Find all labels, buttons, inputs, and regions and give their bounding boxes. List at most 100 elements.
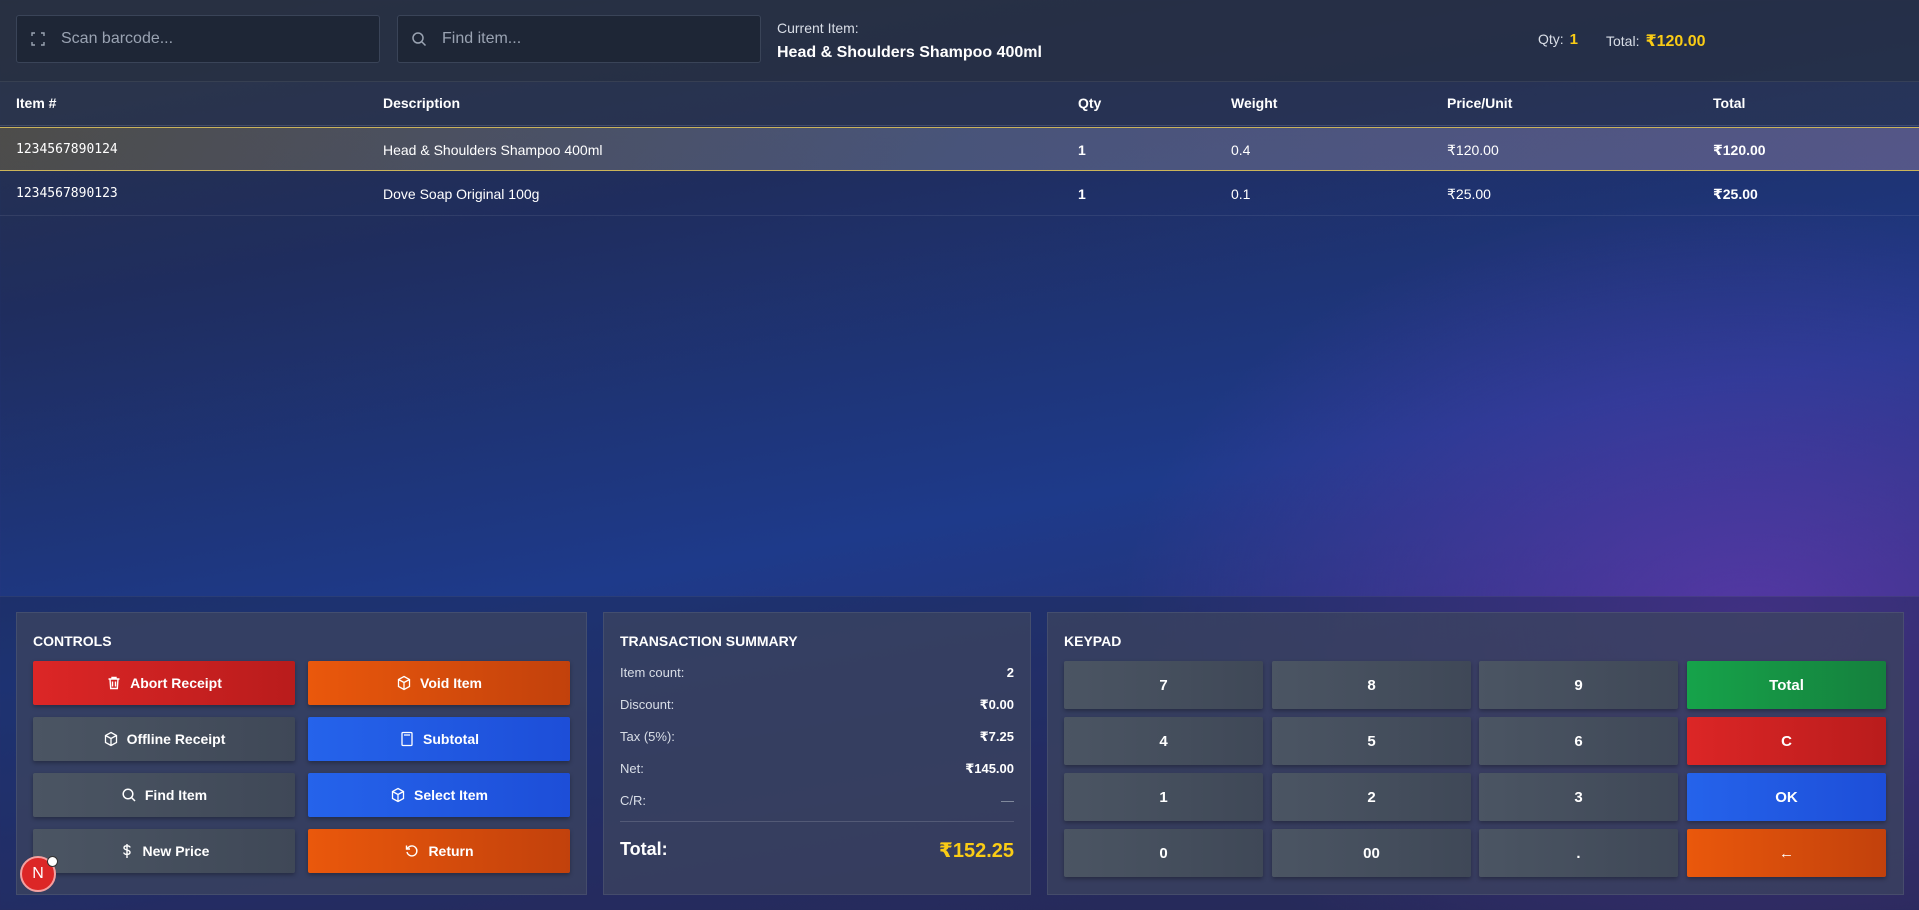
key-9[interactable]: 9 [1479, 661, 1678, 709]
header-price-unit: Price/Unit [1447, 95, 1513, 111]
key-2[interactable]: 2 [1272, 773, 1471, 821]
scan-icon [30, 31, 46, 47]
find-item-box[interactable] [397, 15, 761, 63]
box-icon [104, 731, 117, 747]
items-table-header: Item # Description Qty Weight Price/Unit… [0, 82, 1919, 126]
key-total[interactable]: Total [1687, 661, 1886, 709]
key-0[interactable]: 0 [1064, 829, 1263, 877]
current-total-label: Total: [1606, 33, 1640, 49]
offline-receipt-label: Offline Receipt [126, 731, 226, 747]
find-item-input[interactable] [440, 29, 760, 49]
key-8[interactable]: 8 [1272, 661, 1471, 709]
key-6[interactable]: 6 [1479, 717, 1678, 765]
header-weight: Weight [1231, 95, 1278, 111]
calculator-icon [401, 731, 413, 747]
select-item-label: Select Item [414, 787, 488, 803]
rotate-ccw-icon [406, 845, 418, 857]
summary-net-value: ₹145.00 [965, 761, 1014, 776]
cell-total: ₹120.00 [1713, 142, 1766, 158]
key-backspace[interactable]: ← [1687, 829, 1886, 877]
current-qty-label: Qty: [1538, 31, 1564, 47]
summary-item-count: Item count: 2 [620, 665, 1014, 685]
current-total: Total: ₹120.00 [1606, 31, 1706, 51]
return-button[interactable]: Return [308, 829, 570, 873]
subtotal-button[interactable]: Subtotal [308, 717, 570, 761]
select-item-button[interactable]: Select Item [308, 773, 570, 817]
summary-net: Net: ₹145.00 [620, 761, 1014, 781]
current-total-value: ₹120.00 [1645, 33, 1706, 50]
header-description: Description [383, 95, 461, 111]
key-4[interactable]: 4 [1064, 717, 1263, 765]
keypad-title: KEYPAD [1064, 633, 1122, 649]
summary-divider [620, 821, 1014, 822]
void-item-label: Void Item [420, 675, 482, 691]
cell-price-unit: ₹120.00 [1447, 142, 1499, 158]
summary-title: TRANSACTION SUMMARY [620, 633, 798, 649]
summary-item-count-label: Item count: [620, 665, 685, 680]
summary-discount-value: ₹0.00 [979, 697, 1014, 712]
header-qty: Qty [1078, 95, 1102, 111]
cell-item-number: 1234567890123 [16, 186, 118, 201]
find-item-label: Find Item [144, 787, 208, 803]
summary-total-label: Total: [620, 839, 668, 859]
cell-description: Dove Soap Original 100g [383, 186, 540, 202]
return-label: Return [428, 843, 474, 859]
search-icon [122, 788, 136, 802]
box-icon [397, 675, 411, 691]
key-ok[interactable]: OK [1687, 773, 1886, 821]
find-item-button[interactable]: Find Item [33, 773, 295, 817]
dollar-icon [122, 844, 131, 858]
current-item-name: Head & Shoulders Shampoo 400ml [777, 44, 1042, 61]
search-icon [411, 31, 427, 47]
cell-total: ₹25.00 [1713, 186, 1758, 202]
cell-weight: 0.1 [1231, 186, 1251, 202]
box-icon [391, 787, 405, 803]
top-bar: Current Item: Head & Shoulders Shampoo 4… [0, 0, 1919, 82]
key-00[interactable]: 00 [1272, 829, 1471, 877]
key-5[interactable]: 5 [1272, 717, 1471, 765]
table-row[interactable]: 1234567890124 Head & Shoulders Shampoo 4… [0, 127, 1919, 171]
new-price-label: New Price [142, 843, 210, 859]
key-clear[interactable]: C [1687, 717, 1886, 765]
scan-barcode-input[interactable] [59, 29, 379, 49]
cell-description: Head & Shoulders Shampoo 400ml [383, 142, 603, 158]
summary-item-count-value: 2 [1006, 665, 1014, 680]
offline-receipt-button[interactable]: Offline Receipt [33, 717, 295, 761]
status-dot [47, 856, 58, 867]
summary-discount: Discount: ₹0.00 [620, 697, 1014, 717]
cell-qty: 1 [1078, 142, 1086, 158]
cell-qty: 1 [1078, 186, 1086, 202]
table-row[interactable]: 1234567890123 Dove Soap Original 100g 1 … [0, 172, 1919, 216]
key-1[interactable]: 1 [1064, 773, 1263, 821]
cell-weight: 0.4 [1231, 142, 1251, 158]
summary-net-label: Net: [620, 761, 644, 776]
controls-panel: CONTROLS Abort Receipt Void Item Offline… [16, 612, 587, 895]
void-item-button[interactable]: Void Item [308, 661, 570, 705]
transaction-summary-panel: TRANSACTION SUMMARY Item count: 2 Discou… [603, 612, 1031, 895]
summary-cr-label: C/R: [620, 793, 646, 808]
header-item-number: Item # [16, 95, 57, 111]
summary-tax-value: ₹7.25 [979, 729, 1014, 744]
abort-receipt-button[interactable]: Abort Receipt [33, 661, 295, 705]
abort-receipt-label: Abort Receipt [130, 675, 222, 691]
summary-discount-label: Discount: [620, 697, 675, 712]
key-7[interactable]: 7 [1064, 661, 1263, 709]
summary-change-return: C/R: — [620, 793, 1014, 813]
summary-tax: Tax (5%): ₹7.25 [620, 729, 1014, 749]
subtotal-label: Subtotal [423, 731, 479, 747]
current-qty-value: 1 [1569, 31, 1579, 48]
avatar-initial: N [32, 865, 44, 882]
keypad-panel: KEYPAD 7 8 9 Total 4 5 6 C 1 2 3 OK 0 00… [1047, 612, 1904, 895]
controls-title: CONTROLS [33, 633, 112, 649]
summary-cr-value: — [1001, 793, 1014, 808]
trash-icon [108, 676, 120, 690]
user-avatar[interactable]: N [20, 856, 58, 892]
cell-item-number: 1234567890124 [16, 142, 118, 157]
key-3[interactable]: 3 [1479, 773, 1678, 821]
new-price-button[interactable]: New Price [33, 829, 295, 873]
cell-price-unit: ₹25.00 [1447, 186, 1491, 202]
header-total: Total [1713, 95, 1746, 111]
key-decimal[interactable]: . [1479, 829, 1678, 877]
current-item: Current Item: Head & Shoulders Shampoo 4… [777, 20, 1042, 62]
scan-barcode-box[interactable] [16, 15, 380, 63]
